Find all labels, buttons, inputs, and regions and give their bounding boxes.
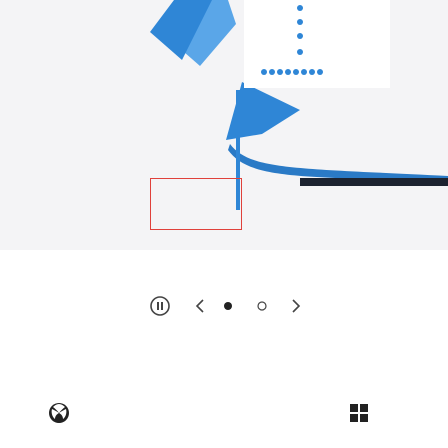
xbox-icon	[49, 403, 69, 423]
footer-bar	[0, 368, 448, 448]
windows-icon	[350, 404, 368, 422]
dot-empty-icon	[257, 301, 267, 311]
windows-link[interactable]	[344, 398, 374, 428]
pause-button[interactable]	[146, 292, 174, 320]
screen	[0, 0, 448, 448]
hero-banner	[0, 0, 448, 250]
image-placeholder-frame[interactable]	[150, 178, 242, 230]
slide-dot-1[interactable]	[214, 292, 242, 320]
dotted-card	[244, 0, 390, 88]
blue-curve	[228, 144, 448, 182]
carousel-controls	[0, 250, 448, 368]
pause-icon	[150, 296, 170, 316]
chevron-right-icon	[292, 299, 301, 313]
dot-filled-icon	[224, 302, 232, 310]
slide-dot-2[interactable]	[248, 292, 276, 320]
xbox-link[interactable]	[44, 398, 74, 428]
next-slide-button[interactable]	[282, 292, 310, 320]
previous-slide-button[interactable]	[186, 292, 214, 320]
shadow-strip	[300, 178, 448, 186]
chevron-left-icon	[195, 299, 204, 313]
